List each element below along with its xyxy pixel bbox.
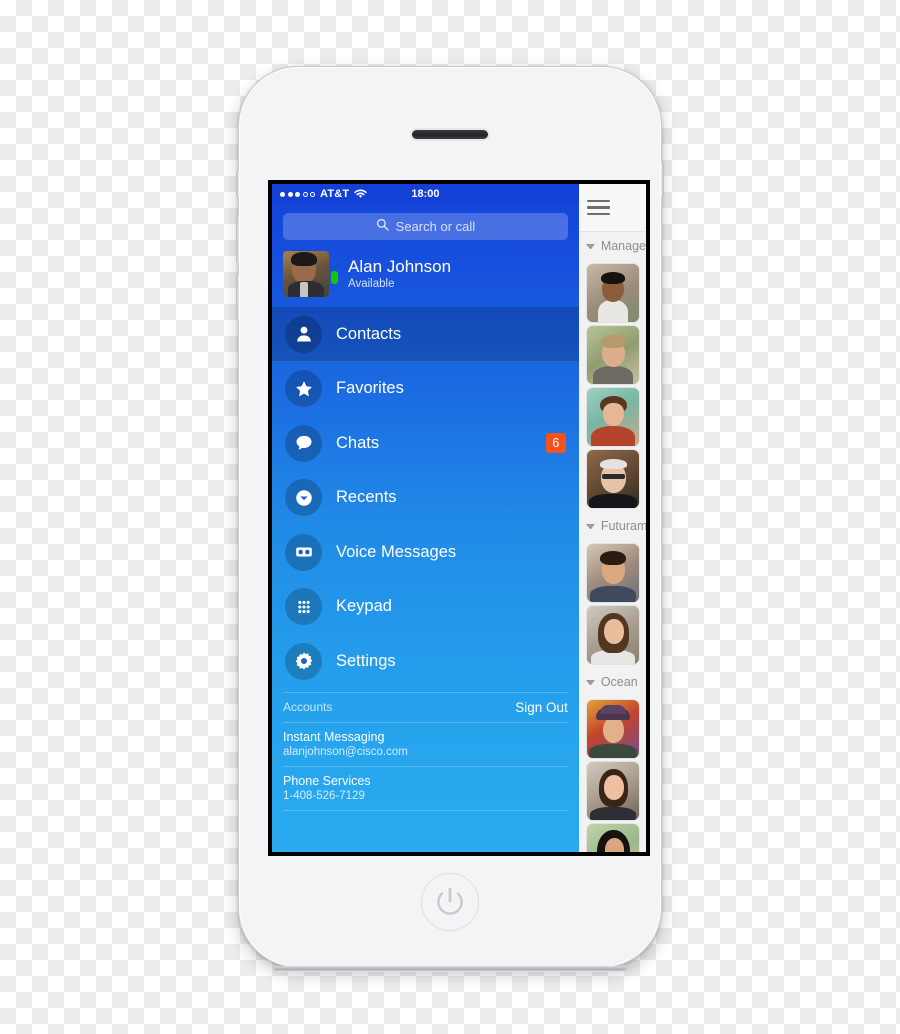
- hamburger-menu-button[interactable]: [578, 184, 646, 232]
- contact-photo-9[interactable]: [586, 824, 639, 852]
- menu-item-chats[interactable]: Chats 6: [272, 416, 579, 471]
- contact-photo-7[interactable]: [586, 700, 639, 758]
- screen-bezel: AT&T 18:00 Search or call Alan Johnson A…: [268, 180, 650, 856]
- menu-item-settings[interactable]: Settings: [272, 634, 579, 689]
- contact-photo-5[interactable]: [586, 544, 639, 602]
- contact-photo-2[interactable]: [586, 326, 639, 384]
- menu-item-favorites[interactable]: Favorites: [272, 362, 579, 417]
- volume-up-button: [236, 217, 239, 263]
- keypad-grid-icon: [285, 588, 322, 626]
- account-name: Phone Services: [283, 773, 371, 788]
- profile-name: Alan Johnson: [348, 257, 452, 277]
- group-label: Manage: [600, 239, 646, 253]
- menu-item-contacts[interactable]: Contacts: [272, 307, 579, 362]
- person-icon: [285, 315, 322, 353]
- menu-label: Recents: [336, 488, 397, 507]
- menu-label: Contacts: [336, 324, 402, 343]
- accounts-header: Accounts Sign Out: [272, 693, 579, 722]
- search-icon: [376, 218, 389, 236]
- accounts-title: Accounts: [283, 700, 333, 714]
- presence-indicator: [331, 271, 338, 284]
- clock-arrow-icon: [285, 479, 322, 517]
- group-header-ocean[interactable]: Ocean: [578, 668, 646, 696]
- profile-status: Available: [348, 278, 395, 291]
- contact-photo-8[interactable]: [586, 762, 639, 820]
- menu-label: Keypad: [336, 597, 392, 616]
- navigation-drawer: AT&T 18:00 Search or call Alan Johnson A…: [272, 184, 579, 852]
- menu-item-recents[interactable]: Recents: [272, 471, 579, 526]
- gear-icon: [285, 642, 322, 680]
- home-button[interactable]: [421, 873, 479, 931]
- drawer-menu: Contacts Favorites Chats 6 Recents Voice…: [272, 307, 579, 689]
- clock-label: 18:00: [411, 188, 440, 200]
- wifi-icon: [354, 189, 368, 199]
- divider: [283, 809, 568, 811]
- power-icon: [437, 887, 463, 915]
- star-icon: [285, 370, 322, 408]
- volume-down-button: [236, 275, 239, 321]
- account-name: Instant Messaging: [283, 729, 385, 744]
- phone-device: AT&T 18:00 Search or call Alan Johnson A…: [236, 66, 664, 972]
- contact-photo-6[interactable]: [586, 606, 639, 664]
- profile-text: Alan Johnson Available: [348, 257, 451, 291]
- group-header-manage[interactable]: Manage: [578, 232, 646, 260]
- group-label: Futuram: [600, 519, 646, 533]
- status-bar: AT&T 18:00: [272, 184, 579, 204]
- contacts-pane: Manage Futuram Ocean: [578, 184, 646, 852]
- accounts-section: Accounts Sign Out Instant Messaging alan…: [272, 691, 579, 811]
- account-row-instant-messaging[interactable]: Instant Messaging alanjohnson@cisco.com: [272, 723, 579, 766]
- contact-photo-3[interactable]: [586, 388, 639, 446]
- menu-label: Chats: [336, 433, 380, 452]
- search-container: Search or call: [272, 204, 579, 247]
- chat-bubble-icon: [285, 424, 322, 462]
- group-header-futurama[interactable]: Futuram: [578, 512, 646, 540]
- voicemail-icon: [285, 533, 322, 571]
- earpiece-speaker: [412, 130, 488, 139]
- profile-row[interactable]: Alan Johnson Available: [272, 247, 579, 307]
- contact-photo-4[interactable]: [586, 450, 639, 508]
- chats-unread-badge: 6: [545, 433, 566, 454]
- group-label: Ocean: [600, 675, 638, 689]
- account-value: 1-408-526-7129: [283, 789, 365, 802]
- menu-label: Settings: [336, 651, 396, 670]
- menu-label: Favorites: [336, 379, 404, 398]
- account-value: alanjohnson@cisco.com: [283, 745, 408, 758]
- silent-switch: [236, 171, 239, 197]
- power-side-button: [661, 163, 664, 197]
- hamburger-menu-icon: [586, 199, 610, 216]
- account-row-phone-services[interactable]: Phone Services 1-408-526-7129: [272, 767, 579, 810]
- caret-down-icon: [585, 523, 595, 529]
- menu-label: Voice Messages: [336, 542, 457, 561]
- caret-down-icon: [585, 679, 595, 685]
- phone-screen: AT&T 18:00 Search or call Alan Johnson A…: [272, 184, 646, 852]
- canvas: AT&T 18:00 Search or call Alan Johnson A…: [0, 0, 900, 1034]
- menu-item-keypad[interactable]: Keypad: [272, 580, 579, 635]
- caret-down-icon: [585, 243, 595, 249]
- contact-photo-1[interactable]: [586, 264, 639, 322]
- carrier-label: AT&T: [320, 188, 350, 200]
- search-input[interactable]: Search or call: [283, 213, 568, 240]
- menu-item-voice-messages[interactable]: Voice Messages: [272, 525, 579, 580]
- search-placeholder-text: Search or call: [395, 219, 476, 234]
- avatar: [283, 251, 329, 297]
- sign-out-button[interactable]: Sign Out: [515, 700, 568, 715]
- signal-strength-icon: [280, 191, 315, 197]
